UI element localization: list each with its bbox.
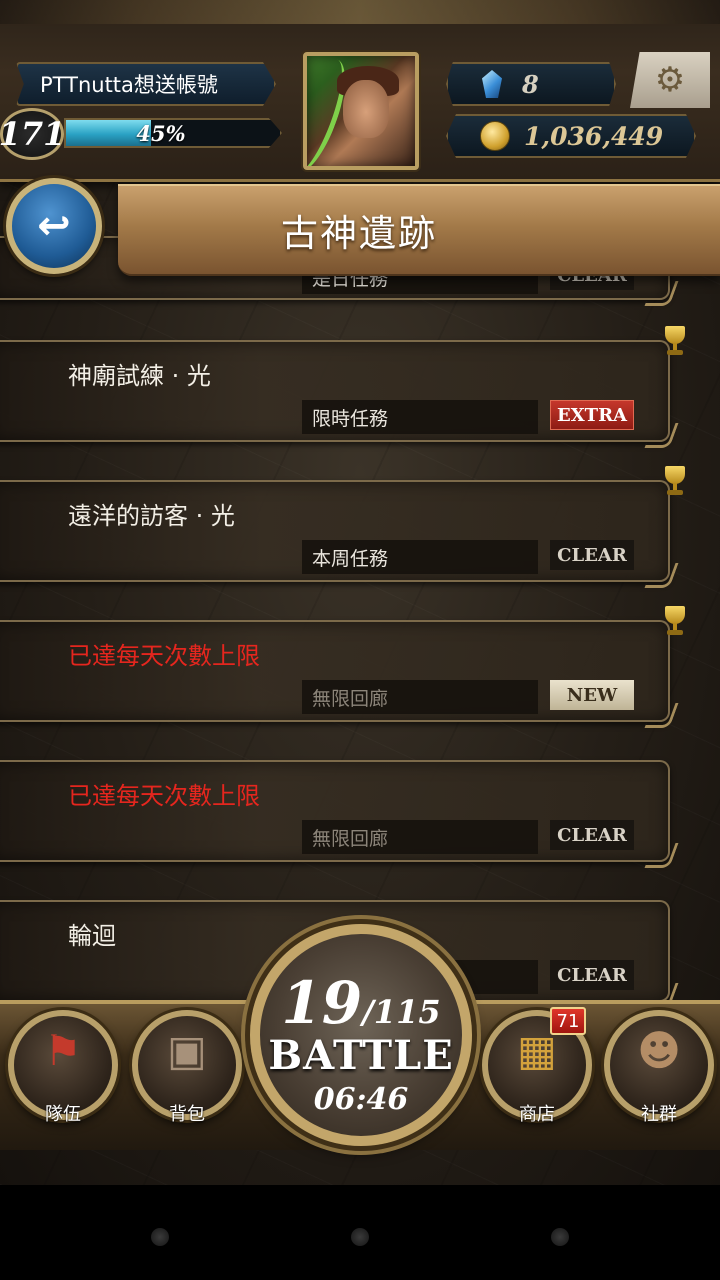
quest-name: 已達每天次數上限 xyxy=(68,782,260,810)
title-banner: 古神遺跡 xyxy=(118,184,720,276)
quest-tag: 無限回廊 xyxy=(302,820,538,854)
quest-name: 已達每天次數上限 xyxy=(68,642,260,670)
stamina-timer: 06:46 xyxy=(313,1082,409,1117)
quest-name: 神廟試練 · 光 xyxy=(68,362,211,390)
stamina-counter: 19/115 xyxy=(260,974,462,1032)
exp-bar: 45% xyxy=(64,118,282,148)
coin-counter[interactable]: 1,036,449 xyxy=(446,114,696,158)
trophy-icon xyxy=(660,606,690,638)
quest-name: 遠洋的訪客 · 光 xyxy=(68,502,235,530)
quest-card[interactable]: 遠洋的訪客 · 光本周任務 CLEAR xyxy=(0,480,670,582)
team-label: 隊伍 xyxy=(45,1104,81,1125)
stamina-current: 19 xyxy=(281,969,363,1037)
nav-back-dot[interactable] xyxy=(151,1228,169,1246)
gem-counter[interactable]: 8 xyxy=(446,62,616,106)
shop-label: 商店 xyxy=(519,1104,555,1125)
coin-icon xyxy=(480,121,510,151)
backpack-icon: ▣ xyxy=(167,1026,207,1075)
player-level: 171 xyxy=(0,108,65,160)
quest-card[interactable]: 已達每天次數上限無限回廊 CLEAR xyxy=(0,760,670,862)
stamina-max: /115 xyxy=(362,993,441,1031)
portrait-face xyxy=(343,80,389,138)
bag-label: 背包 xyxy=(169,1104,205,1125)
gear-icon: ⚙ xyxy=(654,60,686,100)
trophy-icon xyxy=(660,326,690,358)
quest-card[interactable]: 神廟試練 · 光限時任務 EXTRA xyxy=(0,340,670,442)
battle-label: BATTLE xyxy=(268,1032,454,1079)
quest-status-badge: EXTRA xyxy=(550,400,634,430)
shop-notification-badge: 71 xyxy=(550,1007,586,1035)
people-icon: ☻ xyxy=(637,1026,681,1075)
battle-button[interactable]: 19/115 BATTLE 06:46 xyxy=(250,924,472,1146)
quest-name: 輪迴 xyxy=(68,922,116,950)
leader-portrait[interactable] xyxy=(303,52,419,170)
treasure-chest-icon: ▦ xyxy=(517,1026,557,1075)
coin-count: 1,036,449 xyxy=(524,121,664,151)
social-label: 社群 xyxy=(641,1104,677,1125)
game-screen: 是日任務 CLEAR 神廟試練 · 光限時任務EXTRA遠洋的訪客 · 光本周任… xyxy=(0,0,720,1185)
nav-recents-dot[interactable] xyxy=(551,1228,569,1246)
exp-percent: 45% xyxy=(136,120,186,146)
quest-tag: 無限回廊 xyxy=(302,680,538,714)
quest-status-badge: CLEAR xyxy=(550,540,634,570)
gem-icon xyxy=(482,70,502,98)
player-name: PTTnutta想送帳號 xyxy=(16,62,276,106)
player-header: PTTnutta想送帳號 45% 171 8 1,036,449 ⚙ xyxy=(0,0,720,182)
quest-card[interactable]: 已達每天次數上限無限回廊 NEW xyxy=(0,620,670,722)
flag-icon: ⚑ xyxy=(44,1026,82,1075)
quest-tag: 本周任務 xyxy=(302,540,538,574)
back-button[interactable]: ↩ xyxy=(6,178,102,274)
quest-tag: 限時任務 xyxy=(302,400,538,434)
nav-home-dot[interactable] xyxy=(351,1228,369,1246)
trophy-icon xyxy=(660,466,690,498)
page-title: 古神遺跡 xyxy=(281,212,437,255)
quest-status-badge: CLEAR xyxy=(550,960,634,990)
settings-button[interactable]: ⚙ xyxy=(630,52,710,108)
back-arrow-icon: ↩ xyxy=(37,203,71,249)
gem-count: 8 xyxy=(522,69,539,99)
quest-status-badge: CLEAR xyxy=(550,820,634,850)
quest-status-badge: NEW xyxy=(550,680,634,710)
